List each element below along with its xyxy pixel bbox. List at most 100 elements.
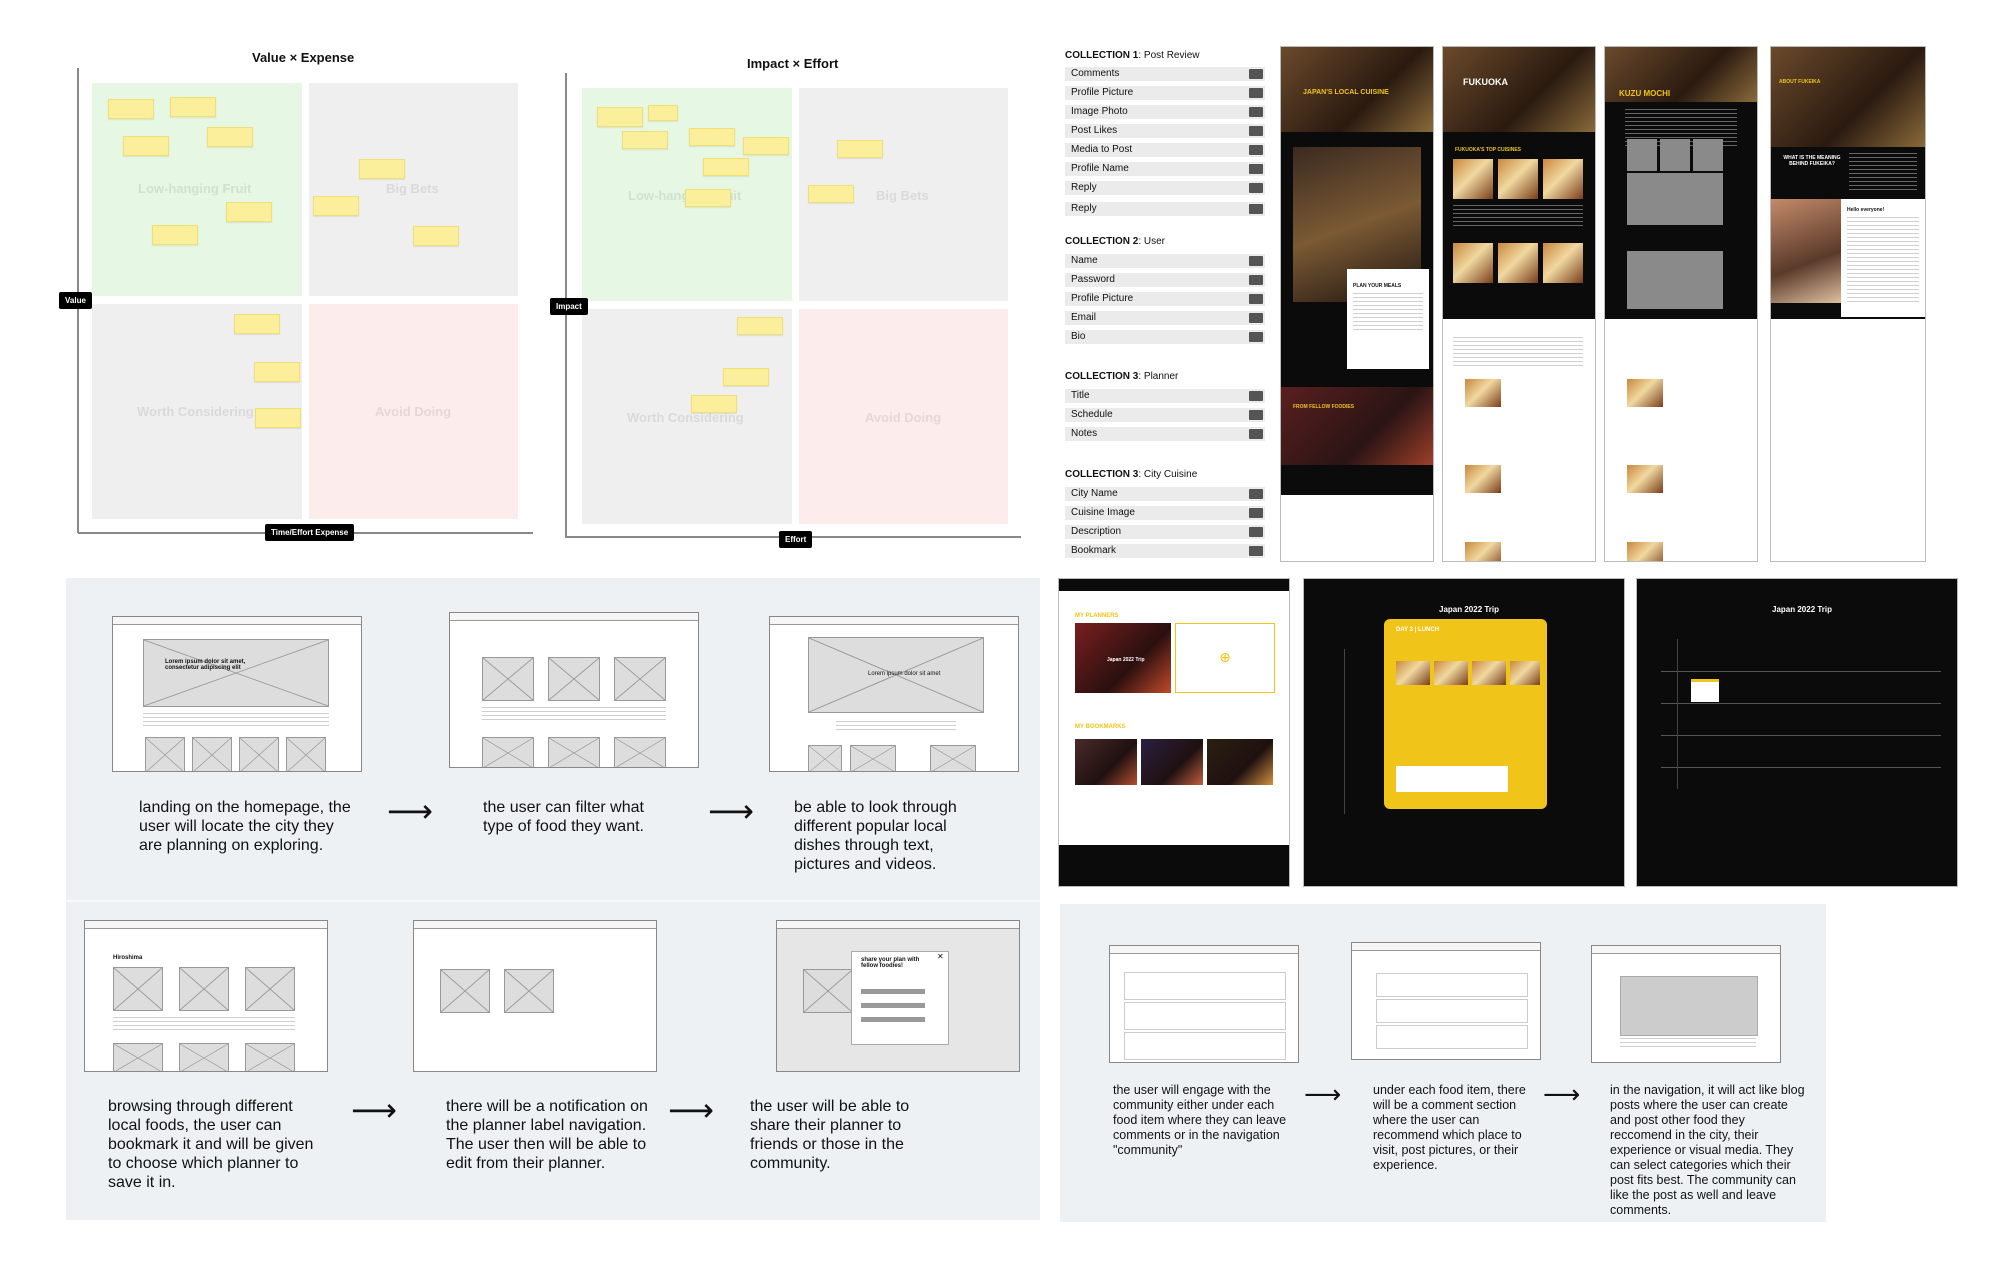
sticky-note[interactable] [597,107,643,127]
collection-field[interactable]: Post Likes [1065,124,1265,138]
sticky-note[interactable] [837,140,883,158]
collection-field[interactable]: Description [1065,525,1265,539]
field-type-icon [1249,508,1263,518]
flow-step-text: the user can filter what type of food th… [483,799,644,835]
collection-field[interactable]: Title [1065,389,1265,403]
sticky-note[interactable] [152,225,198,245]
collection-field[interactable]: Email [1065,311,1265,325]
my-bookmarks-label: MY BOOKMARKS [1075,724,1126,730]
arrow-right-icon: ⟶ [708,793,754,829]
sticky-note[interactable] [359,159,405,179]
collection-field[interactable]: Comments [1065,67,1265,81]
field-type-icon [1249,164,1263,174]
quadrant-label: Low-hanging Fruit [138,181,252,196]
flow-step-text: the user will be able to share their pla… [750,1098,910,1172]
wireframe-homepage: Lorem ipsum dolor sit amet, consectetur … [112,616,362,772]
collection-field[interactable]: Notes [1065,427,1265,441]
sticky-note[interactable] [622,131,668,149]
wireframe-comment-section [1351,942,1541,1060]
add-planner-button[interactable]: ⊕ [1175,623,1275,693]
collection-field[interactable]: City Name [1065,487,1265,501]
collection-field[interactable]: Reply [1065,202,1265,216]
sticky-note[interactable] [685,189,731,207]
sticky-note[interactable] [254,362,300,382]
sticky-note[interactable] [723,368,769,386]
dish-name: KUZU MOCHI [1619,89,1671,98]
sticky-note[interactable] [170,97,216,117]
sticky-note[interactable] [689,128,735,146]
field-type-icon [1249,88,1263,98]
arrow-right-icon: ⟶ [387,793,433,829]
sticky-note[interactable] [234,314,280,334]
collection-field[interactable]: Schedule [1065,408,1265,422]
field-type-icon [1249,489,1263,499]
sticky-note[interactable] [313,196,359,216]
collection-field[interactable]: Profile Name [1065,162,1265,176]
matrix2-y-label: Impact [550,298,588,315]
flow-step-text: browsing through different local foods, … [108,1098,314,1191]
field-type-icon [1249,546,1263,556]
sticky-note[interactable] [737,317,783,335]
collection-field[interactable]: Name [1065,254,1265,268]
sticky-note[interactable] [691,395,737,413]
hero-text: Lorem ipsum dolor sit amet, consectetur … [165,659,246,671]
wireframe-share-modal: share your plan with fellow foodies! ✕ [776,920,1020,1072]
collection-field[interactable]: Bio [1065,330,1265,344]
collection-field[interactable]: Cuisine Image [1065,506,1265,520]
planner-card-title: Japan 2022 Trip [1107,657,1145,663]
collection-field[interactable]: Password [1065,273,1265,287]
planner-title: Japan 2022 Trip [1439,605,1500,614]
field-type-icon [1249,294,1263,304]
mockup-homepage: JAPAN'S LOCAL CUISINE PLAN YOUR MEALS FR… [1280,46,1434,562]
collection-field[interactable]: Media to Post [1065,143,1265,157]
sticky-note[interactable] [703,158,749,176]
about-question: WHAT IS THE MEANING BEHIND FUKEIKA? [1783,155,1841,167]
field-type-icon [1249,527,1263,537]
matrix1-x-label: Time/Effort Expense [265,524,355,541]
sticky-note[interactable] [743,137,789,155]
field-type-icon [1249,204,1263,214]
sticky-note[interactable] [207,127,253,147]
collection-field[interactable]: Image Photo [1065,105,1265,119]
hero-heading: JAPAN'S LOCAL CUISINE [1303,89,1389,96]
sticky-note[interactable] [413,226,459,246]
collection-field[interactable]: Bookmark [1065,544,1265,558]
collection-4-title: COLLECTION 3: City Cuisine [1065,469,1198,480]
planner-title: Japan 2022 Trip [1772,605,1833,614]
field-type-icon [1249,410,1263,420]
fellow-foodies-label: FROM FELLOW FOODIES [1293,404,1355,410]
field-type-icon [1249,332,1263,342]
field-type-icon [1249,183,1263,193]
sticky-note[interactable] [255,408,301,428]
community-step-text: the user will engage with the community … [1113,1083,1287,1157]
arrow-right-icon: ⟶ [1304,1079,1342,1109]
collection-field[interactable]: Reply [1065,181,1265,195]
sticky-note[interactable] [648,105,678,121]
field-type-icon [1249,126,1263,136]
arrow-right-icon: ⟶ [1543,1079,1581,1109]
collection-field[interactable]: Profile Picture [1065,86,1265,100]
my-planners-label: MY PLANNERS [1075,613,1119,619]
quadrant-label: Big Bets [386,181,439,196]
collection-3-title: COLLECTION 3: Planner [1065,371,1179,382]
quadrant-label: Avoid Doing [865,410,942,425]
mockup-about-page: ABOUT FUKEIKA WHAT IS THE MEANING BEHIND… [1770,46,1926,562]
share-modal-title: share your plan with fellow foodies! [861,957,920,969]
quadrant-label: Worth Considering [137,404,254,419]
sticky-note[interactable] [808,185,854,203]
sticky-note[interactable] [108,99,154,119]
community-step-text: under each food item, there will be a co… [1373,1083,1526,1172]
meal-slot[interactable] [1691,679,1719,702]
field-type-icon [1249,391,1263,401]
field-type-icon [1249,107,1263,117]
wireframe-dish-detail: Lorem ipsum dolor sit amet [769,616,1019,772]
community-step-text: in the navigation, it will act like blog… [1610,1083,1805,1217]
flow-step-text: landing on the homepage, the user will l… [139,799,351,854]
sticky-note[interactable] [226,202,272,222]
sticky-note[interactable] [123,136,169,156]
field-type-icon [1249,145,1263,155]
collection-field[interactable]: Profile Picture [1065,292,1265,306]
wireframe-planner [413,920,657,1072]
field-type-icon [1249,275,1263,285]
close-icon[interactable]: ✕ [937,952,944,961]
